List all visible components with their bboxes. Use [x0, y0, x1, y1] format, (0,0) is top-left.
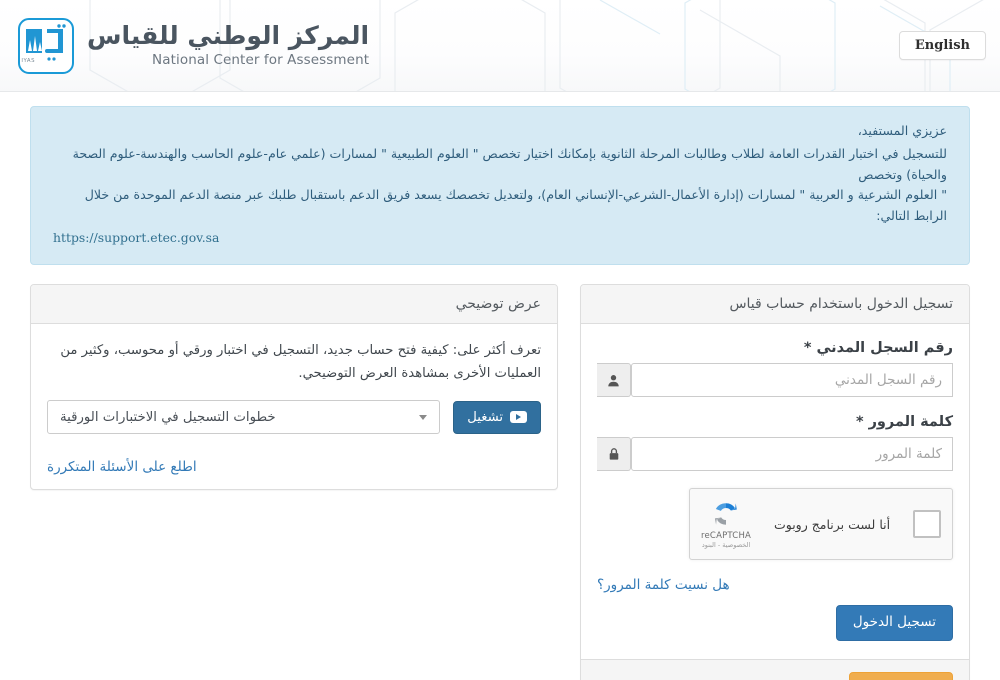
- recaptcha-logo-icon: [714, 502, 737, 525]
- login-panel-footer: سجل الان ! ليس لديك حساب في (قياس): [581, 658, 969, 680]
- page-header: English المركز الوطني للقياس National Ce…: [0, 0, 1000, 92]
- lock-icon: [597, 437, 631, 472]
- recaptcha-brand-name: reCAPTCHA: [701, 531, 752, 542]
- play-demo-button[interactable]: تشغيل: [453, 400, 541, 435]
- demo-description: تعرف أكثر على: كيفية فتح حساب جديد، التس…: [60, 343, 541, 381]
- recaptcha-checkbox[interactable]: [913, 510, 941, 539]
- play-icon: [510, 411, 527, 424]
- demo-select-value: خطوات التسجيل في الاختبارات الورقية: [60, 409, 276, 425]
- demo-column: عرض توضيحي تعرف أكثر على: كيفية فتح حساب…: [30, 284, 558, 491]
- login-panel-body: رقم السجل المدني * كلمة المرور *: [581, 324, 969, 659]
- brand-name-english: National Center for Assessment: [152, 52, 370, 69]
- recaptcha-label: أنا لست برنامج روبوت: [773, 516, 891, 532]
- notice-banner: عزيزي المستفيد، للتسجيل في اختبار القدرا…: [30, 106, 970, 266]
- login-button-row: تسجيل الدخول: [597, 605, 953, 645]
- qiyas-logo-icon: QIYAS: [17, 17, 74, 74]
- notice-line-1: للتسجيل في اختبار القدرات العامة لطلاب و…: [72, 146, 947, 182]
- password-group: [597, 437, 953, 472]
- notice-line-2: " العلوم الشرعية و العربية " لمسارات (إد…: [84, 187, 947, 223]
- demo-panel-heading: عرض توضيحي: [31, 285, 557, 325]
- brand-name-arabic: المركز الوطني للقياس: [87, 21, 370, 51]
- user-icon: [597, 363, 631, 398]
- recaptcha-brand-sub: الخصوصية - البنود: [701, 541, 751, 550]
- chevron-down-icon: [419, 414, 428, 420]
- national-id-input[interactable]: [631, 363, 953, 398]
- forgot-password-row: هل نسيت كلمة المرور؟: [597, 574, 953, 593]
- password-input[interactable]: [631, 437, 953, 472]
- play-button-label: تشغيل: [467, 409, 503, 425]
- demo-controls-row: خطوات التسجيل في الاختبارات الورقية تشغي…: [47, 400, 541, 435]
- brand-logo: المركز الوطني للقياس National Center for…: [17, 17, 369, 74]
- password-label: كلمة المرور *: [855, 414, 953, 431]
- brand-text: المركز الوطني للقياس National Center for…: [87, 22, 369, 68]
- login-panel-heading: تسجيل الدخول باستخدام حساب قياس: [581, 285, 969, 325]
- login-column: تسجيل الدخول باستخدام حساب قياس رقم السج…: [580, 284, 970, 680]
- svg-text:QIYAS: QIYAS: [21, 58, 35, 64]
- register-now-button[interactable]: سجل الان !: [849, 671, 953, 680]
- demo-video-select[interactable]: خطوات التسجيل في الاختبارات الورقية: [47, 400, 441, 435]
- notice-lead: عزيزي المستفيد،: [857, 123, 947, 138]
- login-submit-button[interactable]: تسجيل الدخول: [835, 605, 953, 641]
- recaptcha-widget[interactable]: أنا لست برنامج روبوت reCAPTCHA الخصوصية …: [689, 488, 953, 561]
- recaptcha-branding: reCAPTCHA الخصوصية - البنود: [701, 499, 751, 550]
- national-id-group: [597, 363, 953, 398]
- main-content: تسجيل الدخول باستخدام حساب قياس رقم السج…: [0, 265, 1000, 680]
- national-id-label: رقم السجل المدني *: [803, 340, 953, 357]
- language-toggle-button[interactable]: English: [898, 31, 986, 60]
- demo-panel: عرض توضيحي تعرف أكثر على: كيفية فتح حساب…: [30, 284, 558, 491]
- demo-panel-body: تعرف أكثر على: كيفية فتح حساب جديد، التس…: [31, 324, 557, 489]
- faq-link[interactable]: اطلع على الأسئلة المتكررة: [47, 459, 197, 475]
- faq-row: اطلع على الأسئلة المتكررة: [47, 456, 541, 475]
- login-panel: تسجيل الدخول باستخدام حساب قياس رقم السج…: [580, 284, 970, 680]
- support-portal-link[interactable]: https://support.etec.gov.sa: [53, 228, 947, 248]
- forgot-password-link[interactable]: هل نسيت كلمة المرور؟: [597, 577, 730, 593]
